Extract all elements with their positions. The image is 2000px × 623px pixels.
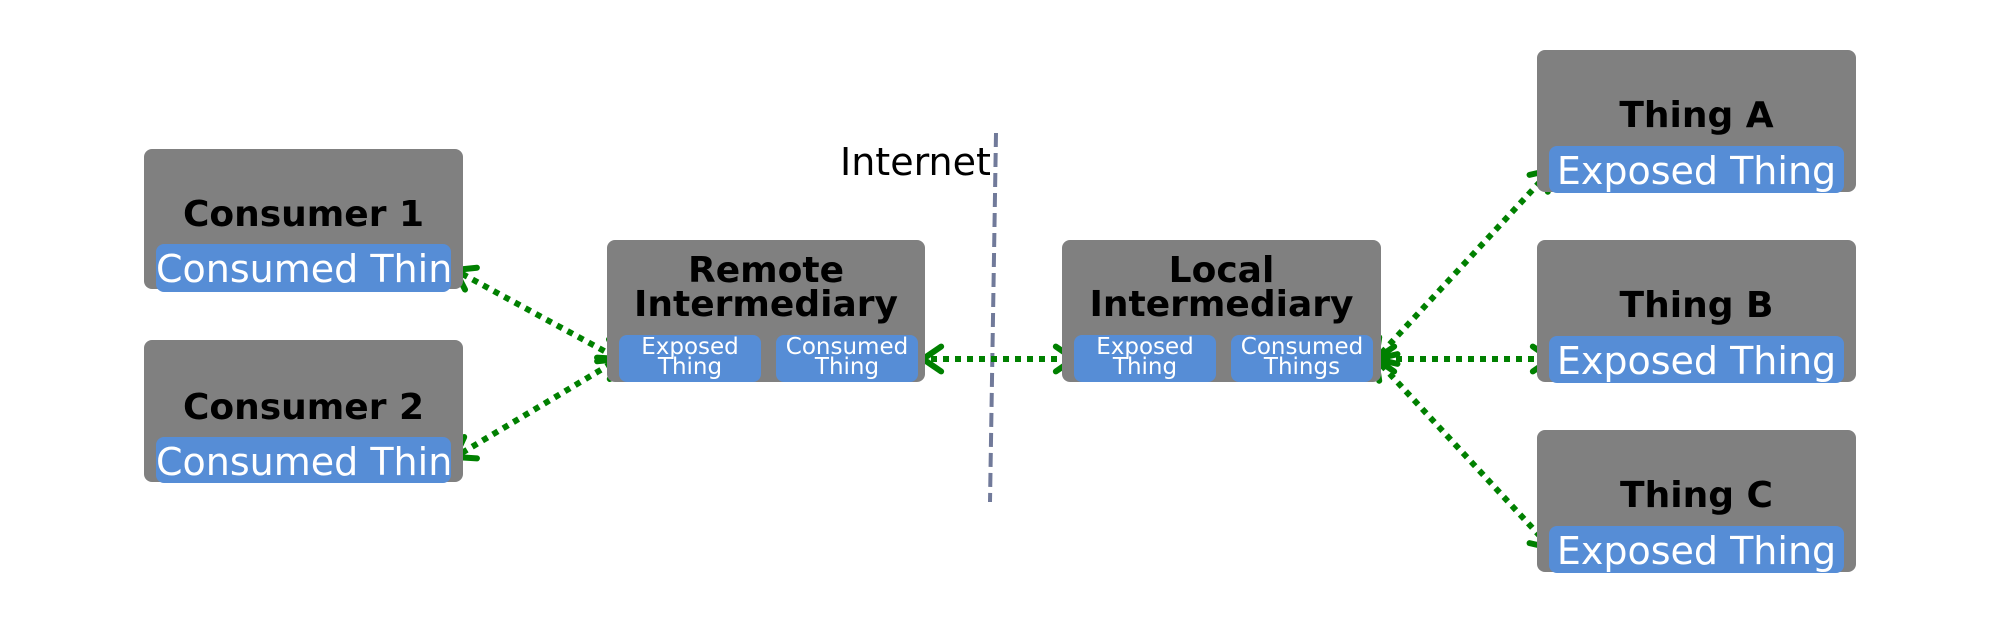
remote-exposed-thing-line2: Thing bbox=[657, 354, 723, 380]
thing-b-title: Thing B bbox=[1619, 285, 1774, 326]
remote-intermediary-node[interactable]: Remote Intermediary Exposed Thing Consum… bbox=[607, 240, 925, 382]
remote-consumed-thing-line2: Thing bbox=[814, 354, 880, 380]
connector-line bbox=[460, 271, 614, 358]
connector-line bbox=[1379, 362, 1548, 545]
remote-consumed-thing[interactable]: Consumed Thing bbox=[776, 335, 918, 382]
thing-c-exposed-thing[interactable]: Exposed Thing bbox=[1549, 526, 1844, 573]
consumer-2-title: Consumer 2 bbox=[182, 387, 425, 428]
consumer-2-consumed-thing[interactable]: Consumed Thing bbox=[156, 437, 451, 483]
thing-c-title: Thing C bbox=[1620, 475, 1773, 516]
consumer-1-title: Consumer 1 bbox=[182, 194, 425, 235]
connector-line bbox=[1379, 173, 1548, 356]
remote-intermediary-title-line1: Remote bbox=[687, 250, 844, 291]
local-consumed-things[interactable]: Consumed Things bbox=[1231, 335, 1373, 382]
connector-line bbox=[460, 360, 614, 456]
consumer-1-node[interactable]: Consumer 1 Consumed Thing bbox=[144, 149, 463, 292]
consumer-1-consumed-thing[interactable]: Consumed Thing bbox=[156, 244, 451, 292]
local-intermediary-title-line1: Local bbox=[1168, 250, 1275, 291]
thing-b-exposed-thing[interactable]: Exposed Thing bbox=[1549, 336, 1844, 383]
local-intermediary-title-line2: Intermediary bbox=[1089, 284, 1354, 325]
local-exposed-thing[interactable]: Exposed Thing bbox=[1074, 335, 1216, 382]
remote-exposed-thing[interactable]: Exposed Thing bbox=[619, 335, 761, 382]
internet-label: Internet bbox=[840, 140, 991, 184]
thing-b-node[interactable]: Thing B Exposed Thing bbox=[1537, 240, 1856, 383]
thing-a-title: Thing A bbox=[1619, 95, 1774, 136]
thing-c-node[interactable]: Thing C Exposed Thing bbox=[1537, 430, 1856, 573]
consumer-2-node[interactable]: Consumer 2 Consumed Thing bbox=[144, 340, 463, 483]
thing-a-exposed-thing[interactable]: Exposed Thing bbox=[1549, 146, 1844, 193]
internet-boundary-line bbox=[988, 132, 998, 503]
remote-intermediary-title-line2: Intermediary bbox=[634, 284, 898, 325]
local-exposed-thing-line2: Thing bbox=[1112, 354, 1178, 380]
thing-a-node[interactable]: Thing A Exposed Thing bbox=[1537, 50, 1856, 193]
local-consumed-things-line2: Things bbox=[1263, 354, 1341, 380]
local-intermediary-node[interactable]: Local Intermediary Exposed Thing Consume… bbox=[1062, 240, 1381, 382]
